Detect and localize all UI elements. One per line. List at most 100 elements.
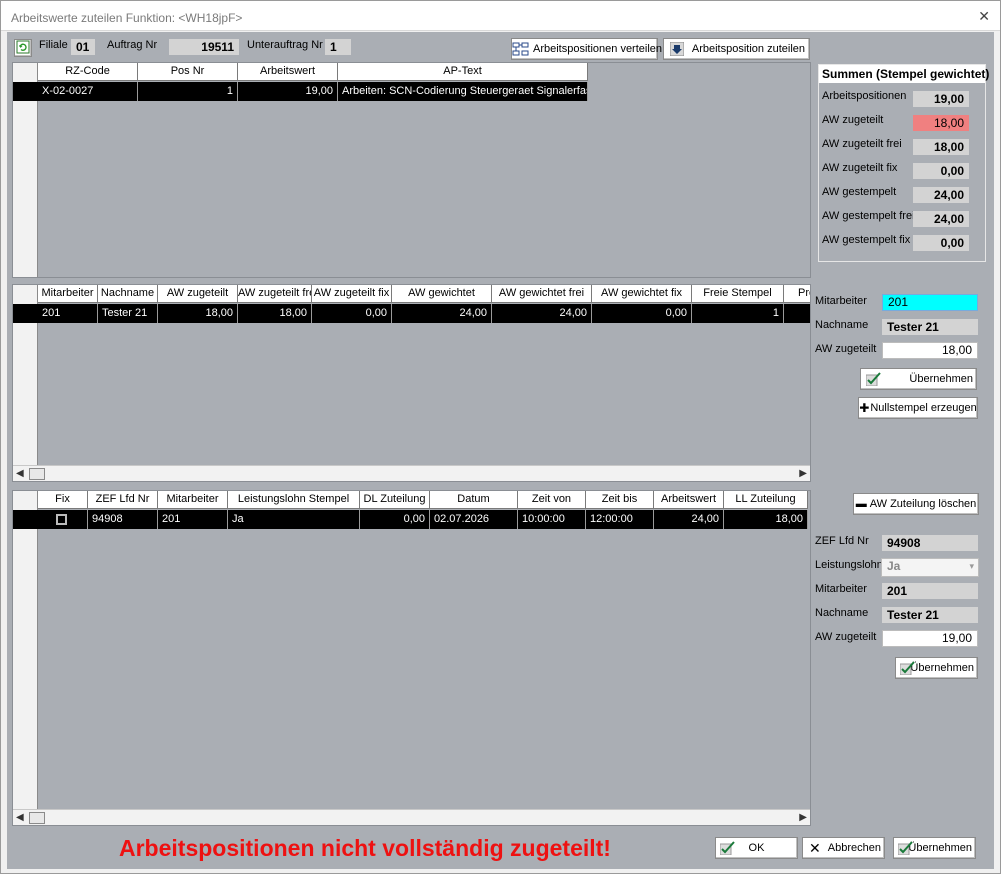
mitarbeiter-grid[interactable]: Mitarbeiter Nachname AW zugeteilt AW zug…: [12, 284, 811, 482]
header-aw-gewichtet-frei[interactable]: AW gewichtet frei: [492, 285, 592, 303]
scroll-thumb[interactable]: [29, 812, 45, 824]
header-nachname[interactable]: Nachname: [98, 285, 158, 303]
header-pos-nr[interactable]: Pos Nr: [138, 63, 238, 81]
scroll-left-icon[interactable]: ◀: [16, 468, 24, 479]
arbeitspositionen-grid[interactable]: RZ-Code Pos Nr Arbeitswert AP-Text X-02-…: [12, 62, 811, 278]
header-aw-zugeteilt-fix[interactable]: AW zugeteilt fix: [312, 285, 392, 303]
cell-pro[interactable]: [784, 304, 810, 323]
header-mitarbeiter[interactable]: Mitarbeiter: [38, 285, 98, 303]
header-arbeitswert[interactable]: Arbeitswert: [654, 491, 724, 509]
edit3-uebernehmen-button[interactable]: Übernehmen: [895, 657, 978, 679]
cell-aw-gewichtet-fix[interactable]: 0,00: [592, 304, 692, 323]
cell-zeit-bis[interactable]: 12:00:00: [586, 510, 654, 529]
cell-aw-gewichtet[interactable]: 24,00: [392, 304, 492, 323]
header-rz-code[interactable]: RZ-Code: [38, 63, 138, 81]
summen-value-arbeitspositionen: 19,00: [913, 91, 969, 107]
cell-zeit-von[interactable]: 10:00:00: [518, 510, 586, 529]
header-zeit-von[interactable]: Zeit von: [518, 491, 586, 509]
cell-ll-zuteilung[interactable]: 18,00: [724, 510, 808, 529]
warning-message: Arbeitspositionen nicht vollständig zuge…: [119, 835, 611, 861]
header-aw-zugeteilt-frei[interactable]: AW zugeteilt frei: [238, 285, 312, 303]
edit2-mitarbeiter-input[interactable]: 201: [882, 294, 978, 311]
verteilen-label: Arbeitspositionen verteilen: [533, 43, 663, 55]
nullstempel-button[interactable]: ✚Nullstempel erzeugen: [858, 397, 978, 419]
edit3-mitarbeiter-value: 201: [882, 583, 978, 599]
header-zef-lfd-nr[interactable]: ZEF Lfd Nr: [88, 491, 158, 509]
cell-aw-zugeteilt[interactable]: 18,00: [158, 304, 238, 323]
header-aw-gewichtet[interactable]: AW gewichtet: [392, 285, 492, 303]
header-aw-gewichtet-fix[interactable]: AW gewichtet fix: [592, 285, 692, 303]
header-fix[interactable]: Fix: [38, 491, 88, 509]
horizontal-scrollbar[interactable]: ◀ ▶: [13, 465, 810, 481]
edit3-mitarbeiter-label: Mitarbeiter: [815, 583, 867, 595]
cell-arbeitswert[interactable]: 24,00: [654, 510, 724, 529]
summen-value-aw-zugeteilt-frei: 18,00: [913, 139, 969, 155]
cell-aw-zugeteilt-frei[interactable]: 18,00: [238, 304, 312, 323]
cell-fix[interactable]: [38, 510, 88, 529]
summen-value-aw-zugeteilt: 18,00: [913, 115, 969, 131]
cell-ap-text[interactable]: Arbeiten: SCN-Codierung Steuergeraet Sig…: [338, 82, 588, 101]
cell-rz-code[interactable]: X-02-0027: [38, 82, 138, 101]
header-pro[interactable]: Pro: [784, 285, 810, 303]
header-dl-zuteilung[interactable]: DL Zuteilung: [360, 491, 430, 509]
summen-value-aw-gestempelt-fix: 0,00: [913, 235, 969, 251]
filiale-label: Filiale: [39, 39, 68, 51]
verteilen-button[interactable]: Arbeitspositionen verteilen: [511, 38, 662, 60]
checkmark-icon: [898, 841, 913, 855]
scroll-left-icon[interactable]: ◀: [16, 812, 24, 823]
title-bar: Arbeitswerte zuteilen Funktion: <WH18jpF…: [1, 1, 1000, 31]
cell-freie-stempel[interactable]: 1: [692, 304, 784, 323]
ok-button[interactable]: OK: [715, 837, 798, 859]
summen-label-aw-zugeteilt-fix: AW zugeteilt fix: [822, 162, 898, 174]
abbrechen-button[interactable]: ✕ Abbrechen: [802, 837, 885, 859]
cell-dl-zuteilung[interactable]: 0,00: [360, 510, 430, 529]
edit2-aw-input[interactable]: 18,00: [882, 342, 978, 359]
scroll-right-icon[interactable]: ▶: [799, 468, 807, 479]
cell-zef-lfd-nr[interactable]: 94908: [88, 510, 158, 529]
horizontal-scrollbar[interactable]: ◀ ▶: [13, 809, 810, 825]
cell-aw-gewichtet-frei[interactable]: 24,00: [492, 304, 592, 323]
dialog-window: Arbeitswerte zuteilen Funktion: <WH18jpF…: [0, 0, 1001, 874]
refresh-icon: [16, 40, 30, 54]
zuteilen-button[interactable]: Arbeitsposition zuteilen: [663, 38, 810, 60]
summen-title: Summen (Stempel gewichtet): [819, 65, 989, 83]
cell-leistungslohn-stempel[interactable]: Ja: [228, 510, 360, 529]
footer-uebernehmen-button[interactable]: Übernehmen: [893, 837, 976, 859]
cell-nachname[interactable]: Tester 21: [98, 304, 158, 323]
zuteilung-grid[interactable]: Fix ZEF Lfd Nr Mitarbeiter Leistungslohn…: [12, 490, 811, 826]
edit3-uebernehmen-label: Übernehmen: [910, 662, 974, 674]
header-ap-text[interactable]: AP-Text: [338, 63, 588, 81]
header-leistungslohn-stempel[interactable]: Leistungslohn Stempel: [228, 491, 360, 509]
window-title: Arbeitswerte zuteilen Funktion: <WH18jpF…: [11, 11, 243, 25]
fix-checkbox[interactable]: [56, 514, 67, 525]
cell-pos-nr[interactable]: 1: [138, 82, 238, 101]
header-freie-stempel[interactable]: Freie Stempel: [692, 285, 784, 303]
checkmark-icon: [866, 372, 881, 386]
cell-arbeitswert[interactable]: 19,00: [238, 82, 338, 101]
edit2-uebernehmen-button[interactable]: Übernehmen: [860, 368, 977, 390]
cell-aw-zugeteilt-fix[interactable]: 0,00: [312, 304, 392, 323]
refresh-button[interactable]: [14, 39, 32, 57]
header-aw-zugeteilt[interactable]: AW zugeteilt: [158, 285, 238, 303]
header-arbeitswert[interactable]: Arbeitswert: [238, 63, 338, 81]
header-ll-zuteilung[interactable]: LL Zuteilung: [724, 491, 808, 509]
summen-value-aw-zugeteilt-fix: 0,00: [913, 163, 969, 179]
close-icon[interactable]: ✕: [978, 8, 990, 25]
scroll-right-icon[interactable]: ▶: [799, 812, 807, 823]
scroll-thumb[interactable]: [29, 468, 45, 480]
leistungslohn-select[interactable]: Ja ▾: [881, 558, 979, 577]
edit2-mitarbeiter-label: Mitarbeiter: [815, 295, 867, 307]
header-zeit-bis[interactable]: Zeit bis: [586, 491, 654, 509]
aw-zuteilung-loeschen-button[interactable]: ▬ AW Zuteilung löschen: [853, 493, 979, 515]
header-datum[interactable]: Datum: [430, 491, 518, 509]
header-mitarbeiter[interactable]: Mitarbeiter: [158, 491, 228, 509]
checkmark-icon: [720, 841, 735, 855]
edit3-aw-input[interactable]: 19,00: [882, 630, 978, 647]
summen-value-aw-gestempelt: 24,00: [913, 187, 969, 203]
chevron-down-icon[interactable]: ▾: [969, 559, 974, 574]
cell-datum[interactable]: 02.07.2026: [430, 510, 518, 529]
edit3-zef-label: ZEF Lfd Nr: [815, 535, 869, 547]
cell-mitarbeiter[interactable]: 201: [158, 510, 228, 529]
cell-mitarbeiter[interactable]: 201: [38, 304, 98, 323]
leistungslohn-value: Ja: [887, 559, 901, 573]
